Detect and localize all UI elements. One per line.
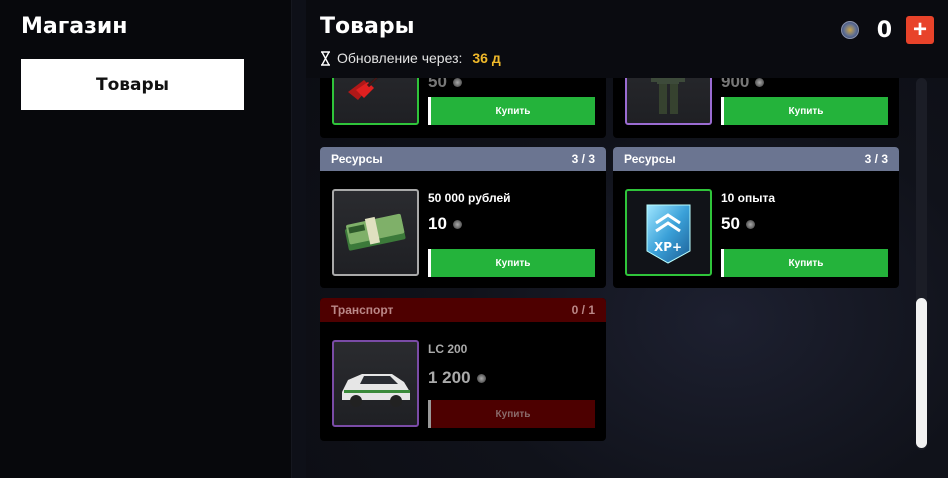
currency-block: 0 + [840,16,934,44]
sidebar-title: Магазин [21,14,128,39]
item-name: 50 000 рублей [428,191,511,205]
buy-button-disabled[interactable]: Купить [428,400,595,428]
product-card-money: Ресурсы 3 / 3 50 000 рублей 10 Купить [320,147,606,288]
item-price: 50 [721,214,755,234]
buy-button[interactable]: Купить [428,97,595,125]
item-thumbnail: XP+ [625,189,712,276]
balance-value: 0 [876,17,892,43]
buy-button[interactable]: Купить [721,97,888,125]
stock-count: 3 / 3 [571,152,595,166]
category-label: Транспорт [331,303,394,317]
coin-icon [745,219,755,229]
card-header: Транспорт 0 / 1 [320,298,606,322]
item-name: 10 опыта [721,191,776,205]
coin-icon [755,77,765,87]
item-thumbnail [332,340,419,427]
sidebar: Магазин Товары [0,0,292,478]
main-header: Товары Обновление через: 36 д 0 + [306,0,948,78]
coin-icon [476,373,486,383]
update-label: Обновление через: [337,50,463,66]
scrollbar-track[interactable] [916,78,927,450]
main-panel: 50 Купить 900 Купить Ресурсы 3 / 3 50 00… [306,0,948,478]
category-label: Ресурсы [624,152,676,166]
money-bundle-icon [344,213,406,251]
item-name: LC 200 [428,342,468,356]
medal-coin-icon [840,21,859,39]
page-title: Товары [320,14,415,39]
product-card-car: Транспорт 0 / 1 LC 200 1 200 Купить [320,298,606,441]
product-card-xp: Ресурсы 3 / 3 XP+ 10 опыта 50 Купить [613,147,899,288]
svg-text:XP+: XP+ [654,240,682,254]
buy-button[interactable]: Купить [428,249,595,277]
item-price: 1 200 [428,368,486,388]
stock-count: 0 / 1 [571,303,595,317]
item-price: 10 [428,214,462,234]
update-timer: Обновление через: 36 д [320,50,501,66]
card-header: Ресурсы 3 / 3 [320,147,606,171]
item-thumbnail [332,189,419,276]
stock-count: 3 / 3 [864,152,888,166]
xp-badge-icon: XP+ [646,204,691,264]
suv-car-icon [342,374,410,407]
hourglass-icon [321,50,330,66]
coin-icon [452,219,462,229]
card-header: Ресурсы 3 / 3 [613,147,899,171]
sidebar-tab-goods[interactable]: Товары [21,59,244,110]
buy-button[interactable]: Купить [721,249,888,277]
update-value: 36 д [472,50,501,66]
scrollbar-thumb[interactable] [916,298,927,448]
add-currency-button[interactable]: + [906,16,934,44]
coin-icon [452,77,462,87]
category-label: Ресурсы [331,152,383,166]
